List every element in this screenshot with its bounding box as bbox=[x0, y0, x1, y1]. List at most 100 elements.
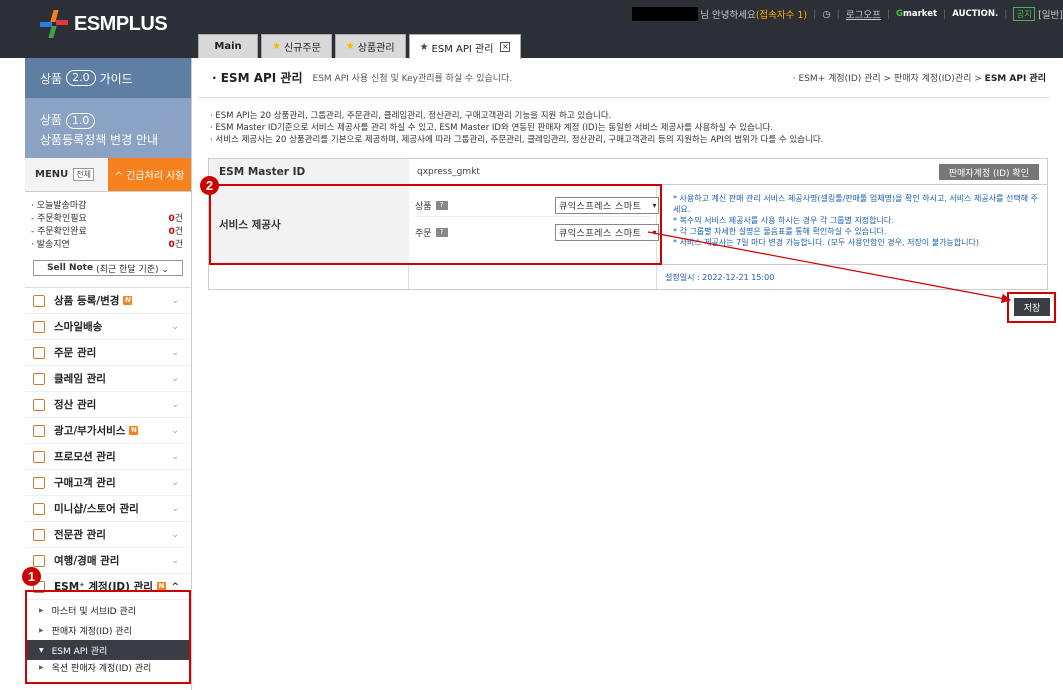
tab-product-management-label: 상품관리 bbox=[357, 43, 395, 54]
ship-row-unit: 건 bbox=[174, 227, 183, 237]
info-line: * 사용하고 계신 판매 관리 서비스 제공사명(셀링툴/판매툴 업체명)을 확… bbox=[673, 194, 1039, 214]
master-id-value: qxpress_gmkt bbox=[417, 166, 480, 177]
check-seller-account-button[interactable]: 판매자계정 (ID) 확인 bbox=[938, 164, 1039, 180]
page-description: ESM API 사용 신청 및 Key관리를 하실 수 있습니다. bbox=[312, 74, 513, 84]
policy-change-banner[interactable]: 상품 1.0 상품등록정책 변경 안내 bbox=[25, 98, 191, 158]
travel-icon bbox=[33, 554, 45, 567]
sidebar-item-specialty[interactable]: 전문관 관리 ⌄ bbox=[25, 522, 191, 548]
annotation-box-save bbox=[1007, 292, 1056, 323]
sidebar-item-label: 스마일배송 bbox=[54, 321, 103, 333]
calculator-icon bbox=[33, 398, 45, 411]
close-tab-icon[interactable]: × bbox=[500, 42, 511, 52]
notice-general[interactable]: [일반] bbox=[1038, 7, 1063, 21]
tab-main[interactable]: Main bbox=[198, 34, 258, 58]
tab-esm-api[interactable]: ★ ESM API 관리 × bbox=[408, 34, 522, 59]
box-icon bbox=[33, 320, 45, 333]
notice-badge[interactable]: 공지 bbox=[1013, 7, 1036, 21]
chevron-down-icon: ⌄ bbox=[171, 321, 179, 332]
sidebar-item-smile-delivery[interactable]: 스마일배송 ⌄ bbox=[25, 314, 191, 340]
menu-all-button[interactable]: 전체 bbox=[73, 168, 95, 181]
guide2-line2: 상품등록정책 변경 안내 bbox=[40, 133, 159, 147]
ship-row-label: · 발송지연 bbox=[31, 240, 70, 250]
auction-link[interactable]: AUCTION. bbox=[952, 9, 998, 19]
clock-icon[interactable]: ◷ bbox=[822, 9, 830, 20]
sidebar-item-advertising[interactable]: 광고/부가서비스 N ⌄ bbox=[25, 418, 191, 444]
chevron-down-icon: ⌄ bbox=[171, 295, 179, 306]
sidebar-item-label: 여행/경매 관리 bbox=[54, 555, 120, 567]
annotation-box-2 bbox=[209, 184, 662, 265]
guide1-prefix: 상품 bbox=[40, 71, 63, 86]
ship-row[interactable]: - 주문확인필요 0건 bbox=[31, 213, 183, 226]
urgent-tab[interactable]: ^ 긴급처리 사항 bbox=[108, 158, 191, 191]
tab-main-label: Main bbox=[214, 41, 242, 52]
breadcrumb-current: ESM API 관리 bbox=[984, 74, 1046, 84]
gmarket-link[interactable]: Gmarket bbox=[896, 9, 937, 19]
ship-title: · 오늘발송마감 bbox=[31, 201, 87, 211]
page-title-bar: · ESM API 관리 ESM API 사용 신청 및 Key관리를 하실 수… bbox=[198, 58, 1050, 98]
order-icon bbox=[33, 346, 45, 359]
ship-row[interactable]: · 발송지연 0건 bbox=[31, 239, 183, 252]
master-id-row: ESM Master ID qxpress_gmkt 판매자계정 (ID) 확인 bbox=[209, 159, 1047, 185]
sidebar-item-minishop[interactable]: 미니샵/스토어 관리 ⌄ bbox=[25, 496, 191, 522]
guide1-suffix: 가이드 bbox=[99, 71, 133, 86]
menu-tab[interactable]: MENU 전체 bbox=[25, 158, 108, 191]
chevron-down-icon: ⌄ bbox=[171, 399, 179, 410]
info-line: * 서비스 제공사는 7일 마다 변경 가능합니다. (모두 사용안함인 경우,… bbox=[673, 238, 979, 247]
star-icon: ★ bbox=[272, 41, 281, 52]
menu-header: MENU 전체 ^ 긴급처리 사항 bbox=[25, 158, 191, 192]
chevron-down-icon: ⌄ bbox=[171, 451, 179, 462]
sidebar-item-travel-auction[interactable]: 여행/경매 관리 ⌄ bbox=[25, 548, 191, 574]
breadcrumb-prefix: · ESM+ 계정(ID) 관리 > 판매자 계정(ID)관리 > bbox=[792, 74, 982, 84]
menu-label: MENU bbox=[35, 169, 69, 180]
chevron-down-icon: ⌄ bbox=[171, 529, 179, 540]
promotion-icon bbox=[33, 450, 45, 463]
new-badge: N bbox=[129, 426, 139, 435]
master-id-label: ESM Master ID bbox=[209, 159, 409, 184]
tab-product-management[interactable]: ★ 상품관리 bbox=[334, 34, 406, 58]
ship-row-label: - 주문확인완료 bbox=[31, 227, 87, 237]
guide2-version: 1.0 bbox=[65, 113, 96, 129]
sidebar-item-label: 구매고객 관리 bbox=[54, 477, 116, 489]
product-guide-banner[interactable]: 상품 2.0 가이드 bbox=[25, 58, 191, 98]
store-icon bbox=[33, 502, 45, 515]
shipping-summary: · 오늘발송마감 - 주문확인필요 0건 - 주문확인완료 0건 · 발송지연 0건 bbox=[25, 192, 191, 256]
sidebar-item-settlement[interactable]: 정산 관리 ⌄ bbox=[25, 392, 191, 418]
chevron-down-icon: ⌄ bbox=[171, 477, 179, 488]
logo-text: ESMPLUS bbox=[74, 12, 168, 35]
chevron-down-icon: ⌄ bbox=[171, 425, 179, 436]
ad-icon bbox=[33, 424, 45, 437]
tab-bar: Main ★ 신규주문 ★ 상품관리 ★ ESM API 관리 × bbox=[198, 34, 522, 59]
api-notes: · ESM API는 20 상품관리, 그룹관리, 주문관리, 클레임관리, 정… bbox=[210, 110, 823, 146]
ship-row-label: - 주문확인필요 bbox=[31, 214, 87, 224]
annotation-marker-2: 2 bbox=[200, 176, 219, 195]
calendar-icon bbox=[33, 372, 45, 385]
sidebar-item-order-management[interactable]: 주문 관리 ⌄ bbox=[25, 340, 191, 366]
screen: ESMPLUS 님 안녕하세요 (접속자수 1) | ◷ | 로그오프 | Gm… bbox=[0, 0, 1063, 690]
document-icon bbox=[33, 528, 45, 541]
gmarket-g: G bbox=[896, 9, 903, 19]
esmplus-logo[interactable]: ESMPLUS bbox=[40, 10, 168, 38]
note-line: · 서비스 제공사는 20 상품관리를 기본으로 제공하며, 제공사에 따라 그… bbox=[210, 135, 824, 145]
annotation-box-1 bbox=[25, 590, 191, 684]
star-icon: ★ bbox=[419, 41, 429, 53]
sidebar-item-label: 정산 관리 bbox=[54, 399, 97, 411]
sidebar-item-promotion[interactable]: 프로모션 관리 ⌄ bbox=[25, 444, 191, 470]
top-bar: ESMPLUS 님 안녕하세요 (접속자수 1) | ◷ | 로그오프 | Gm… bbox=[0, 0, 1063, 58]
sidebar-item-claim-management[interactable]: 클레임 관리 ⌄ bbox=[25, 366, 191, 392]
page-title: · ESM API 관리 bbox=[212, 71, 303, 85]
sell-note-bold: Sell Note bbox=[47, 263, 94, 273]
sidebar-item-product-register[interactable]: 상품 등록/변경 N ⌄ bbox=[25, 288, 191, 314]
sidebar-item-label: 상품 등록/변경 bbox=[54, 295, 120, 307]
greeting-text: 님 안녕하세요 bbox=[700, 10, 756, 21]
connection-count[interactable]: (접속자수 1) bbox=[756, 7, 807, 21]
tab-new-orders[interactable]: ★ 신규주문 bbox=[261, 34, 332, 58]
sidebar-item-label: 주문 관리 bbox=[54, 347, 97, 359]
sidebar-item-customer[interactable]: 구매고객 관리 ⌄ bbox=[25, 470, 191, 496]
logout-link[interactable]: 로그오프 bbox=[846, 7, 881, 21]
redacted-username bbox=[632, 7, 699, 21]
ship-row[interactable]: - 주문확인완료 0건 bbox=[31, 226, 183, 239]
master-id-value-cell: qxpress_gmkt 판매자계정 (ID) 확인 bbox=[409, 159, 1047, 184]
sidebar-item-label: 광고/부가서비스 bbox=[54, 425, 126, 437]
sell-note-dropdown[interactable]: Sell Note (최근 한달 기준) ⌄ bbox=[33, 260, 183, 276]
annotation-marker-1: 1 bbox=[22, 567, 41, 586]
